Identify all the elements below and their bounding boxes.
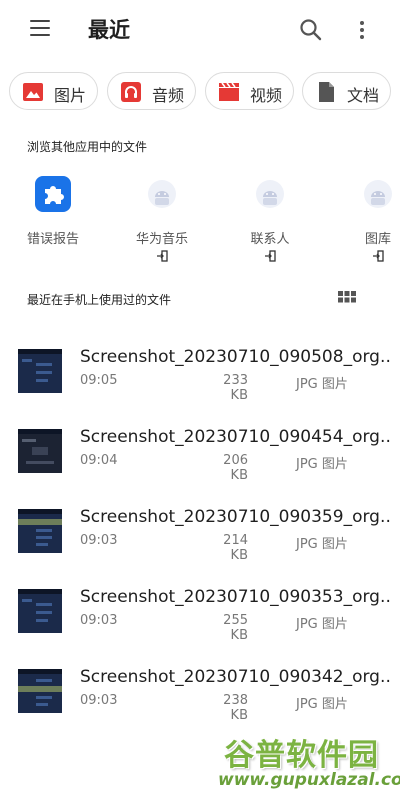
file-thumbnail: [18, 429, 62, 473]
chip-label: 文档: [347, 86, 380, 105]
file-thumbnail: [18, 349, 62, 393]
android-icon: [360, 176, 396, 212]
recent-section-title: 最近在手机上使用过的文件: [27, 293, 172, 307]
file-row[interactable]: Screenshot_20230710_090353_org.… 09:03 2…: [0, 587, 400, 669]
category-chips: 图片 音频 视频 文档: [0, 72, 400, 112]
headphones-icon: [120, 81, 142, 103]
app-contacts[interactable]: 联系人: [225, 176, 315, 266]
chip-label: 图片: [54, 86, 87, 105]
file-thumbnail: [18, 509, 62, 553]
file-thumbnail: [18, 669, 62, 713]
file-type: JPG 图片: [296, 697, 348, 712]
file-size: 214 KB: [223, 533, 248, 563]
android-icon: [252, 176, 288, 212]
file-name: Screenshot_20230710_090508_org.…: [80, 347, 390, 367]
file-size: 233 KB: [223, 373, 248, 403]
file-time: 09:05: [80, 373, 118, 388]
file-type: JPG 图片: [296, 457, 348, 472]
file-thumbnail: [18, 589, 62, 633]
open-external-icon: [156, 247, 168, 262]
android-icon: [144, 176, 180, 212]
file-size: 238 KB: [223, 693, 248, 723]
app-huawei-music[interactable]: 华为音乐: [117, 176, 207, 266]
document-icon: [315, 81, 337, 103]
app-bar: 最近: [0, 0, 400, 60]
search-icon[interactable]: [297, 16, 325, 44]
watermark: 谷普软件园 www.gupuxlazal.com: [218, 730, 400, 792]
file-row[interactable]: Screenshot_20230710_090508_org.… 09:05 2…: [0, 347, 400, 429]
chip-audio[interactable]: 音频: [107, 72, 196, 110]
app-label: 图库: [364, 232, 391, 247]
file-type: JPG 图片: [296, 377, 348, 392]
open-external-icon: [264, 247, 276, 262]
file-size: 255 KB: [223, 613, 248, 643]
grid-view-icon[interactable]: [336, 287, 358, 309]
file-time: 09:04: [80, 453, 118, 468]
app-label: 错误报告: [26, 232, 79, 247]
open-external-icon: [372, 247, 384, 262]
chip-video[interactable]: 视频: [205, 72, 294, 110]
file-time: 09:03: [80, 613, 118, 628]
chip-images[interactable]: 图片: [9, 72, 98, 110]
file-row[interactable]: Screenshot_20230710_090454_org.… 09:04 2…: [0, 427, 400, 509]
file-name: Screenshot_20230710_090353_org.…: [80, 587, 390, 607]
app-bug-report[interactable]: 错误报告: [8, 176, 98, 266]
more-options-icon[interactable]: [350, 16, 374, 44]
file-time: 09:03: [80, 693, 118, 708]
file-size: 206 KB: [223, 453, 248, 483]
apps-section-title: 浏览其他应用中的文件: [27, 140, 148, 154]
file-name: Screenshot_20230710_090454_org.…: [80, 427, 390, 447]
watermark-cn: 谷普软件园: [224, 738, 379, 773]
file-time: 09:03: [80, 533, 118, 548]
watermark-url: www.gupuxlazal.com: [218, 770, 400, 790]
image-icon: [22, 81, 44, 103]
page-title: 最近: [88, 18, 130, 42]
menu-icon[interactable]: [22, 18, 58, 42]
file-name: Screenshot_20230710_090342_org.…: [80, 667, 390, 687]
app-label: 联系人: [250, 232, 290, 247]
app-gallery[interactable]: 图库: [333, 176, 400, 266]
chip-label: 音频: [152, 86, 185, 105]
app-label: 华为音乐: [135, 232, 188, 247]
chip-documents[interactable]: 文档: [302, 72, 391, 110]
file-name: Screenshot_20230710_090359_org.…: [80, 507, 390, 527]
clapperboard-icon: [218, 81, 240, 103]
chip-label: 视频: [250, 86, 283, 105]
puzzle-icon: [35, 176, 71, 212]
file-type: JPG 图片: [296, 617, 348, 632]
file-type: JPG 图片: [296, 537, 348, 552]
file-row[interactable]: Screenshot_20230710_090359_org.… 09:03 2…: [0, 507, 400, 589]
